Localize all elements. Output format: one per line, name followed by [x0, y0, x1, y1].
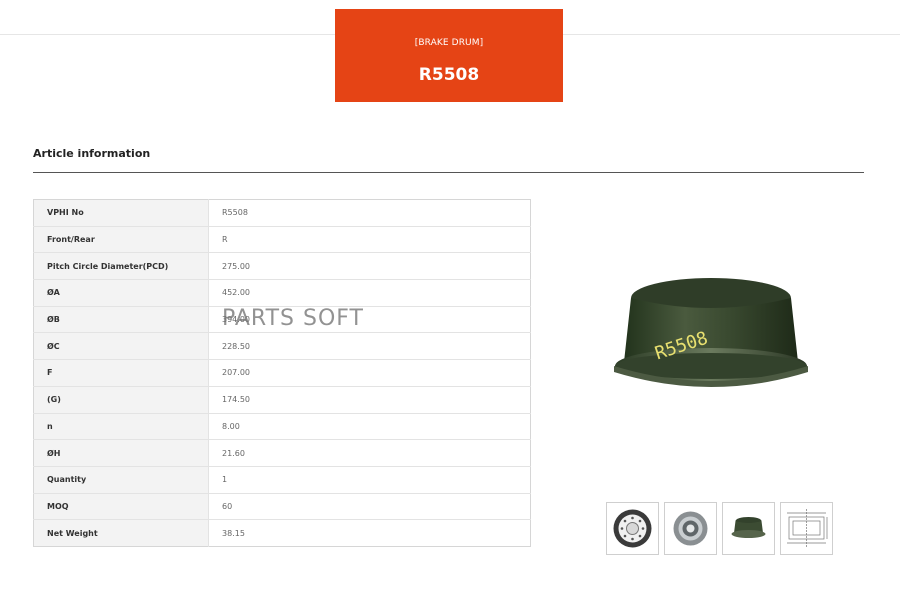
spec-value: 275.00 [208, 252, 531, 280]
spec-key: VPHI No [33, 199, 209, 227]
spec-value: 38.15 [208, 519, 531, 547]
spec-key: Net Weight [33, 519, 209, 547]
section-divider [33, 172, 864, 173]
spec-value: R [208, 225, 531, 253]
product-code: R5508 [418, 65, 480, 85]
spec-key: MOQ [33, 492, 209, 520]
spec-row: n 8.00 [33, 412, 531, 440]
spec-row: F 207.00 [33, 359, 531, 387]
thumbnail-side-view[interactable] [722, 502, 775, 555]
spec-key: Pitch Circle Diameter(PCD) [33, 252, 209, 280]
spec-value: 21.60 [208, 439, 531, 467]
spec-value: 207.00 [208, 359, 531, 387]
spec-key: ØA [33, 279, 209, 307]
section-title: Article information [33, 147, 151, 160]
spec-key: Front/Rear [33, 225, 209, 253]
spec-value: R5508 [208, 199, 531, 227]
brake-drum-side-view-icon [731, 517, 766, 538]
spec-key: ØH [33, 439, 209, 467]
spec-row: Front/Rear R [33, 225, 531, 253]
spec-key: (G) [33, 385, 209, 413]
spec-row: ØA 452.00 [33, 279, 531, 307]
spec-row: MOQ 60 [33, 492, 531, 520]
spec-row: ØH 21.60 [33, 439, 531, 467]
spec-row: Pitch Circle Diameter(PCD) 275.00 [33, 252, 531, 280]
watermark: PARTS SOFT [222, 306, 364, 331]
product-image: R5508 [606, 262, 816, 412]
product-header: [BRAKE DRUM] R5508 [335, 9, 563, 102]
spec-table: VPHI No R5508 Front/Rear R Pitch Circle Diam… [33, 199, 531, 547]
spec-row: VPHI No R5508 [33, 199, 531, 227]
spec-key: Quantity [33, 465, 209, 494]
spec-row: ØC 228.50 [33, 332, 531, 360]
spec-value: 1 [208, 465, 531, 494]
spec-key: ØB [33, 305, 209, 333]
spec-value: 174.50 [208, 385, 531, 413]
product-category: [BRAKE DRUM] [414, 38, 484, 48]
spec-row: Net Weight 38.15 [33, 519, 531, 547]
thumbnail-front-view[interactable] [606, 502, 659, 555]
spec-key: F [33, 359, 209, 387]
spec-value: 452.00 [208, 279, 531, 307]
brake-drum-inner-view-icon [673, 511, 708, 546]
spec-row: (G) 174.50 [33, 385, 531, 413]
spec-value: 228.50 [208, 332, 531, 360]
spec-value: 8.00 [208, 412, 531, 440]
spec-value: 60 [208, 492, 531, 520]
spec-key: n [33, 412, 209, 440]
spec-row: Quantity 1 [33, 465, 531, 494]
brake-drum-front-view-icon [613, 509, 652, 548]
thumbnail-inner-view[interactable] [664, 502, 717, 555]
brake-drum-technical-drawing-icon [787, 509, 828, 548]
brake-drum-photo-icon: R5508 [614, 278, 808, 387]
spec-key: ØC [33, 332, 209, 360]
thumbnail-technical-drawing[interactable] [780, 502, 833, 555]
